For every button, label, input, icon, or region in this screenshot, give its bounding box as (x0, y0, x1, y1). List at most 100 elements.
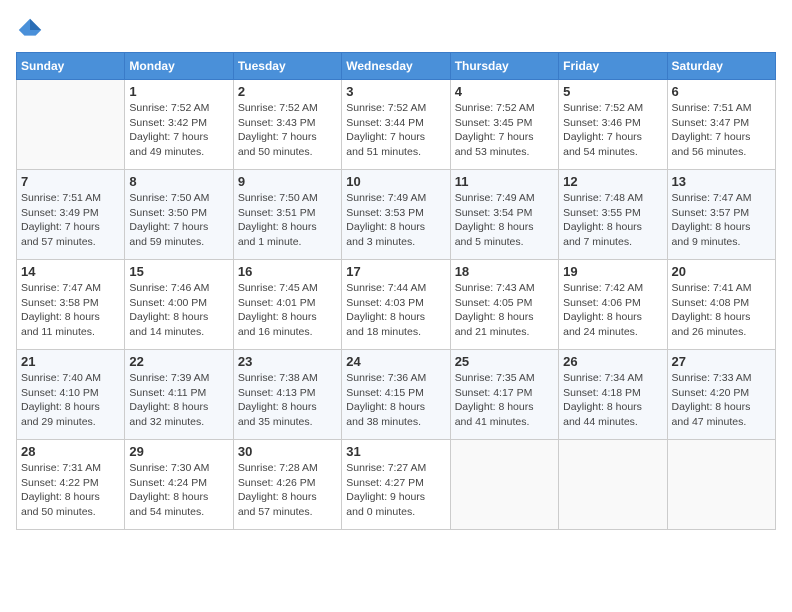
day-info: Sunrise: 7:51 AM Sunset: 3:49 PM Dayligh… (21, 191, 120, 250)
calendar-day-cell: 27 Sunrise: 7:33 AM Sunset: 4:20 PM Dayli… (667, 350, 775, 440)
day-info: Sunrise: 7:49 AM Sunset: 3:54 PM Dayligh… (455, 191, 554, 250)
day-of-week-header: Thursday (450, 53, 558, 80)
calendar-day-cell: 12 Sunrise: 7:48 AM Sunset: 3:55 PM Dayli… (559, 170, 667, 260)
calendar-day-cell: 29Sunrise: 7:30 AM Sunset: 4:24 PM Dayli… (125, 440, 233, 530)
calendar-day-cell: 15 Sunrise: 7:46 AM Sunset: 4:00 PM Dayli… (125, 260, 233, 350)
day-info: Sunrise: 7:34 AM Sunset: 4:18 PM Dayligh… (563, 371, 662, 430)
day-info: Sunrise: 7:47 AM Sunset: 3:57 PM Dayligh… (672, 191, 771, 250)
page-header (16, 16, 776, 44)
day-info: Sunrise: 7:47 AM Sunset: 3:58 PM Dayligh… (21, 281, 120, 340)
day-number: 22 (129, 354, 228, 369)
calendar-day-cell: 16Sunrise: 7:45 AM Sunset: 4:01 PM Dayli… (233, 260, 341, 350)
day-info: Sunrise: 7:40 AM Sunset: 4:10 PM Dayligh… (21, 371, 120, 430)
day-number: 16 (238, 264, 337, 279)
day-info: Sunrise: 7:51 AM Sunset: 3:47 PM Dayligh… (672, 101, 771, 160)
day-info: Sunrise: 7:52 AM Sunset: 3:45 PM Dayligh… (455, 101, 554, 160)
day-number: 27 (672, 354, 771, 369)
day-info: Sunrise: 7:31 AM Sunset: 4:22 PM Dayligh… (21, 461, 120, 520)
calendar-day-cell: 7 Sunrise: 7:51 AM Sunset: 3:49 PM Daylig… (17, 170, 125, 260)
days-header-row: SundayMondayTuesdayWednesdayThursdayFrid… (17, 53, 776, 80)
calendar-day-cell: 30 Sunrise: 7:28 AM Sunset: 4:26 PM Dayli… (233, 440, 341, 530)
day-info: Sunrise: 7:35 AM Sunset: 4:17 PM Dayligh… (455, 371, 554, 430)
day-info: Sunrise: 7:46 AM Sunset: 4:00 PM Dayligh… (129, 281, 228, 340)
calendar-day-cell: 20 Sunrise: 7:41 AM Sunset: 4:08 PM Dayli… (667, 260, 775, 350)
day-info: Sunrise: 7:52 AM Sunset: 3:44 PM Dayligh… (346, 101, 445, 160)
day-number: 4 (455, 84, 554, 99)
logo (16, 16, 48, 44)
calendar-day-cell: 5Sunrise: 7:52 AM Sunset: 3:46 PM Daylig… (559, 80, 667, 170)
calendar-day-cell: 22 Sunrise: 7:39 AM Sunset: 4:11 PM Dayli… (125, 350, 233, 440)
calendar-day-cell: 1 Sunrise: 7:52 AM Sunset: 3:42 PM Daylig… (125, 80, 233, 170)
day-number: 9 (238, 174, 337, 189)
day-info: Sunrise: 7:38 AM Sunset: 4:13 PM Dayligh… (238, 371, 337, 430)
day-info: Sunrise: 7:52 AM Sunset: 3:46 PM Dayligh… (563, 101, 662, 160)
day-of-week-header: Wednesday (342, 53, 450, 80)
day-number: 6 (672, 84, 771, 99)
calendar-day-cell: 19 Sunrise: 7:42 AM Sunset: 4:06 PM Dayli… (559, 260, 667, 350)
day-number: 7 (21, 174, 120, 189)
day-number: 12 (563, 174, 662, 189)
logo-icon (16, 16, 44, 44)
calendar-week-row: 28 Sunrise: 7:31 AM Sunset: 4:22 PM Dayli… (17, 440, 776, 530)
day-number: 30 (238, 444, 337, 459)
calendar-day-cell: 4 Sunrise: 7:52 AM Sunset: 3:45 PM Daylig… (450, 80, 558, 170)
calendar-day-cell: 6 Sunrise: 7:51 AM Sunset: 3:47 PM Daylig… (667, 80, 775, 170)
day-info: Sunrise: 7:28 AM Sunset: 4:26 PM Dayligh… (238, 461, 337, 520)
day-info: Sunrise: 7:44 AM Sunset: 4:03 PM Dayligh… (346, 281, 445, 340)
day-info: Sunrise: 7:49 AM Sunset: 3:53 PM Dayligh… (346, 191, 445, 250)
calendar-day-cell: 26 Sunrise: 7:34 AM Sunset: 4:18 PM Dayli… (559, 350, 667, 440)
calendar-day-cell: 23 Sunrise: 7:38 AM Sunset: 4:13 PM Dayli… (233, 350, 341, 440)
calendar-day-cell: 18 Sunrise: 7:43 AM Sunset: 4:05 PM Dayli… (450, 260, 558, 350)
day-info: Sunrise: 7:43 AM Sunset: 4:05 PM Dayligh… (455, 281, 554, 340)
calendar-week-row: 14Sunrise: 7:47 AM Sunset: 3:58 PM Dayli… (17, 260, 776, 350)
day-info: Sunrise: 7:50 AM Sunset: 3:51 PM Dayligh… (238, 191, 337, 250)
day-info: Sunrise: 7:52 AM Sunset: 3:43 PM Dayligh… (238, 101, 337, 160)
calendar-day-cell (450, 440, 558, 530)
calendar-day-cell: 24Sunrise: 7:36 AM Sunset: 4:15 PM Dayli… (342, 350, 450, 440)
day-info: Sunrise: 7:52 AM Sunset: 3:42 PM Dayligh… (129, 101, 228, 160)
day-number: 10 (346, 174, 445, 189)
calendar-day-cell: 2 Sunrise: 7:52 AM Sunset: 3:43 PM Daylig… (233, 80, 341, 170)
day-number: 1 (129, 84, 228, 99)
calendar-week-row: 1 Sunrise: 7:52 AM Sunset: 3:42 PM Daylig… (17, 80, 776, 170)
calendar-day-cell: 11 Sunrise: 7:49 AM Sunset: 3:54 PM Dayli… (450, 170, 558, 260)
day-of-week-header: Monday (125, 53, 233, 80)
day-info: Sunrise: 7:41 AM Sunset: 4:08 PM Dayligh… (672, 281, 771, 340)
calendar-table: SundayMondayTuesdayWednesdayThursdayFrid… (16, 52, 776, 530)
day-info: Sunrise: 7:39 AM Sunset: 4:11 PM Dayligh… (129, 371, 228, 430)
calendar-day-cell: 28 Sunrise: 7:31 AM Sunset: 4:22 PM Dayli… (17, 440, 125, 530)
day-number: 26 (563, 354, 662, 369)
day-number: 21 (21, 354, 120, 369)
day-of-week-header: Saturday (667, 53, 775, 80)
calendar-day-cell: 3Sunrise: 7:52 AM Sunset: 3:44 PM Daylig… (342, 80, 450, 170)
calendar-day-cell: 8 Sunrise: 7:50 AM Sunset: 3:50 PM Daylig… (125, 170, 233, 260)
day-number: 8 (129, 174, 228, 189)
day-info: Sunrise: 7:50 AM Sunset: 3:50 PM Dayligh… (129, 191, 228, 250)
calendar-day-cell: 17 Sunrise: 7:44 AM Sunset: 4:03 PM Dayli… (342, 260, 450, 350)
day-number: 28 (21, 444, 120, 459)
day-number: 19 (563, 264, 662, 279)
day-number: 13 (672, 174, 771, 189)
calendar-day-cell (17, 80, 125, 170)
calendar-day-cell: 25 Sunrise: 7:35 AM Sunset: 4:17 PM Dayli… (450, 350, 558, 440)
calendar-day-cell (559, 440, 667, 530)
day-of-week-header: Friday (559, 53, 667, 80)
day-number: 2 (238, 84, 337, 99)
day-number: 11 (455, 174, 554, 189)
calendar-week-row: 7 Sunrise: 7:51 AM Sunset: 3:49 PM Daylig… (17, 170, 776, 260)
day-number: 23 (238, 354, 337, 369)
day-number: 24 (346, 354, 445, 369)
day-number: 20 (672, 264, 771, 279)
day-info: Sunrise: 7:48 AM Sunset: 3:55 PM Dayligh… (563, 191, 662, 250)
day-number: 17 (346, 264, 445, 279)
day-number: 15 (129, 264, 228, 279)
day-info: Sunrise: 7:33 AM Sunset: 4:20 PM Dayligh… (672, 371, 771, 430)
calendar-day-cell: 14Sunrise: 7:47 AM Sunset: 3:58 PM Dayli… (17, 260, 125, 350)
day-info: Sunrise: 7:27 AM Sunset: 4:27 PM Dayligh… (346, 461, 445, 520)
day-number: 25 (455, 354, 554, 369)
calendar-week-row: 21 Sunrise: 7:40 AM Sunset: 4:10 PM Dayli… (17, 350, 776, 440)
day-info: Sunrise: 7:42 AM Sunset: 4:06 PM Dayligh… (563, 281, 662, 340)
calendar-day-cell: 13 Sunrise: 7:47 AM Sunset: 3:57 PM Dayli… (667, 170, 775, 260)
day-number: 18 (455, 264, 554, 279)
day-number: 31 (346, 444, 445, 459)
